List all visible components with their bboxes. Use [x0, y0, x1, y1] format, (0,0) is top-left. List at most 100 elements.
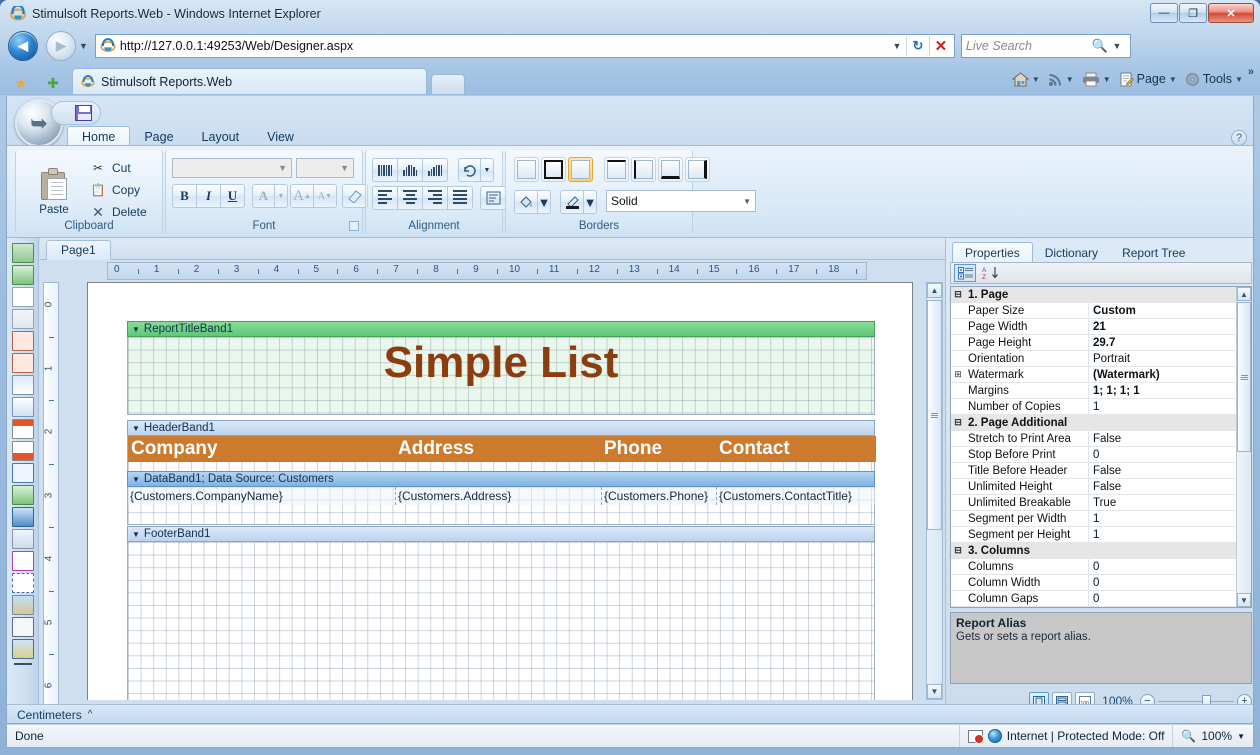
- word-wrap-button[interactable]: [480, 186, 506, 210]
- property-value[interactable]: 1: [1089, 399, 1251, 414]
- copy-button[interactable]: 📋 Copy: [90, 180, 140, 200]
- property-row[interactable]: Page Width21: [951, 319, 1251, 335]
- property-row[interactable]: ⊞Watermark(Watermark): [951, 367, 1251, 383]
- property-value[interactable]: (Watermark): [1089, 367, 1251, 382]
- data-cell-contacttitle[interactable]: {Customers.ContactTitle}: [716, 487, 876, 505]
- property-row[interactable]: Stop Before Print0: [951, 447, 1251, 463]
- property-value[interactable]: 0: [1089, 447, 1251, 462]
- properties-scroll-thumb[interactable]: [1237, 302, 1251, 452]
- toolbox-item-panel-icon[interactable]: [12, 375, 34, 395]
- border-all-button[interactable]: [541, 157, 566, 182]
- refresh-icon[interactable]: ↻: [907, 38, 929, 54]
- property-row[interactable]: Columns0: [951, 559, 1251, 575]
- search-dropdown-icon[interactable]: ▼: [1108, 41, 1126, 51]
- band-header-header[interactable]: ▼ HeaderBand1: [127, 420, 875, 436]
- align-middle-button[interactable]: [397, 158, 423, 182]
- band-data-body[interactable]: {Customers.CompanyName} {Customers.Addre…: [127, 487, 875, 525]
- align-justify-button[interactable]: [447, 186, 473, 210]
- properties-scrollbar[interactable]: ▲ ▼: [1236, 287, 1251, 607]
- canvas-vertical-scrollbar[interactable]: ▲ ▼: [926, 282, 943, 700]
- band-footer-body[interactable]: [127, 542, 875, 700]
- scroll-thumb[interactable]: [927, 300, 942, 530]
- scroll-down-button[interactable]: ▼: [927, 684, 942, 699]
- band-header[interactable]: ▼ HeaderBand1 Company Address Phone: [127, 420, 875, 474]
- history-caret-icon[interactable]: ▼: [79, 41, 88, 51]
- toolbox-item-hierarchical-icon[interactable]: [12, 485, 34, 505]
- border-style-combo[interactable]: Solid ▼: [606, 190, 756, 212]
- search-input[interactable]: Live Search 🔍 ▼: [961, 34, 1131, 58]
- toolbox-item-header-band-icon[interactable]: [12, 265, 34, 285]
- property-value[interactable]: False: [1089, 479, 1251, 494]
- font-color-caret-icon[interactable]: ▼: [274, 184, 288, 208]
- cut-button[interactable]: ✂ Cut: [90, 158, 131, 178]
- toolbox-item-word-icon[interactable]: [12, 551, 34, 571]
- font-dialog-launcher[interactable]: [349, 221, 359, 231]
- collapse-caret-icon[interactable]: ▼: [132, 424, 140, 433]
- expander-icon[interactable]: ⊟: [951, 415, 965, 430]
- address-dropdown-icon[interactable]: ▼: [888, 41, 906, 51]
- home-caret-icon[interactable]: ▼: [1032, 75, 1040, 84]
- ribbon-tab-page[interactable]: Page: [130, 126, 187, 145]
- delete-button[interactable]: ✕ Delete: [90, 202, 147, 222]
- property-row[interactable]: Paper SizeCustom: [951, 303, 1251, 319]
- property-row[interactable]: Number of Copies1: [951, 399, 1251, 415]
- feeds-caret-icon[interactable]: ▼: [1066, 75, 1074, 84]
- ribbon-tab-layout[interactable]: Layout: [188, 126, 254, 145]
- status-zoom[interactable]: 🔍 100% ▼: [1172, 725, 1253, 747]
- property-row[interactable]: Margins1; 1; 1; 1: [951, 383, 1251, 399]
- font-name-combo[interactable]: ▼: [172, 158, 292, 178]
- align-right-button[interactable]: [422, 186, 448, 210]
- header-cell-company[interactable]: Company: [128, 436, 395, 462]
- property-value[interactable]: False: [1089, 463, 1251, 478]
- collapse-caret-icon[interactable]: ▼: [132, 325, 140, 334]
- toolbox-item-image-icon[interactable]: [12, 595, 34, 615]
- underline-button[interactable]: U: [220, 184, 245, 208]
- units-bar[interactable]: Centimeters ^: [7, 704, 1254, 724]
- toolbox-item-chart-icon[interactable]: [12, 639, 34, 659]
- toolbox-item-barcode-icon[interactable]: [12, 617, 34, 637]
- property-value[interactable]: True: [1089, 495, 1251, 510]
- toolbox-item-cross-header-icon[interactable]: [12, 419, 34, 439]
- favorites-star-icon[interactable]: ★: [10, 72, 32, 94]
- address-bar[interactable]: http://127.0.0.1:49253/Web/Designer.aspx…: [95, 34, 955, 58]
- stop-icon[interactable]: ✕: [930, 37, 952, 55]
- toolbox-item-line-icon[interactable]: [14, 663, 32, 665]
- property-value[interactable]: Portrait: [1089, 351, 1251, 366]
- border-box-button[interactable]: [568, 157, 593, 182]
- grow-font-button[interactable]: A▲: [290, 184, 314, 208]
- print-caret-icon[interactable]: ▼: [1103, 75, 1111, 84]
- data-cell-address[interactable]: {Customers.Address}: [395, 487, 601, 505]
- feeds-button[interactable]: ▼: [1045, 70, 1077, 89]
- property-value[interactable]: 1: [1089, 511, 1251, 526]
- maximize-button[interactable]: ❐: [1179, 3, 1207, 23]
- band-footer-header[interactable]: ▼ FooterBand1: [127, 526, 875, 542]
- property-row[interactable]: Column Width0: [951, 575, 1251, 591]
- back-button[interactable]: ◀: [8, 31, 38, 61]
- band-data-header[interactable]: ▼ DataBand1; Data Source: Customers: [127, 471, 875, 487]
- scroll-up-button[interactable]: ▲: [927, 283, 942, 298]
- border-top-button[interactable]: [604, 157, 629, 182]
- text-rotation-caret-icon[interactable]: ▼: [480, 158, 494, 182]
- help-button[interactable]: ?: [1231, 130, 1247, 146]
- bold-button[interactable]: B: [172, 184, 197, 208]
- toolbox-item-page-icon[interactable]: [12, 287, 34, 307]
- align-bottom-button[interactable]: [422, 158, 448, 182]
- search-icon[interactable]: 🔍: [1092, 38, 1108, 54]
- toolbox-item-report-summary-icon[interactable]: [12, 309, 34, 329]
- align-top-button[interactable]: [372, 158, 398, 182]
- categorized-view-button[interactable]: [954, 264, 976, 282]
- property-category-row[interactable]: ⊟2. Page Additional: [951, 415, 1251, 431]
- fill-color-caret-icon[interactable]: ▼: [537, 190, 551, 214]
- collapse-caret-icon[interactable]: ▼: [132, 530, 140, 539]
- overflow-chevron-icon[interactable]: »: [1248, 66, 1254, 78]
- toolbox-item-rich-text-icon[interactable]: [12, 353, 34, 373]
- property-row[interactable]: Column Gaps0: [951, 591, 1251, 607]
- text-rotation-button[interactable]: [458, 158, 481, 182]
- units-caret-icon[interactable]: ^: [88, 709, 93, 720]
- border-bottom-button[interactable]: [658, 157, 683, 182]
- save-icon[interactable]: [75, 105, 92, 121]
- font-size-combo[interactable]: ▼: [296, 158, 354, 178]
- property-value[interactable]: 0: [1089, 559, 1251, 574]
- property-category-row[interactable]: ⊟3. Columns: [951, 543, 1251, 559]
- property-row[interactable]: Title Before HeaderFalse: [951, 463, 1251, 479]
